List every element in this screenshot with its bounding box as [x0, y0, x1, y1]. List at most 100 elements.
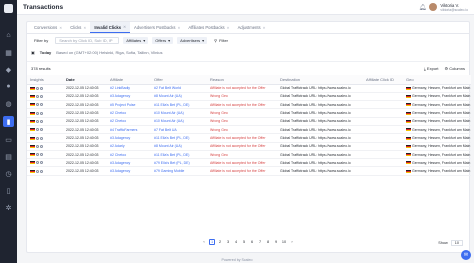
insights-cell[interactable]	[27, 84, 63, 93]
page-button[interactable]: 9	[273, 239, 279, 245]
affiliate-cell[interactable]: #2 Chetoo	[107, 150, 151, 160]
prev-page-button[interactable]: ‹	[201, 239, 207, 245]
close-icon[interactable]: ✕	[227, 26, 230, 30]
offer-cell[interactable]: #8 Mount Air (UA)	[151, 92, 207, 102]
affiliate-cell[interactable]: #3 Adagency	[107, 92, 151, 102]
col-affiliate-click-id[interactable]: Affiliate Click ID	[363, 75, 403, 85]
gear-icon[interactable]: ✲	[4, 203, 13, 212]
col-offer[interactable]: Offer	[151, 75, 207, 85]
chat-icon[interactable]: ✉	[461, 250, 471, 260]
advertisers-select[interactable]: Advertisers ▾	[177, 37, 208, 44]
tab-invalid-clicks[interactable]: Invalid Clicks ✕	[90, 22, 131, 33]
columns-button[interactable]: ⚙ Columns	[444, 66, 465, 71]
col-destination[interactable]: Destination	[277, 75, 363, 85]
close-icon[interactable]: ✕	[123, 25, 126, 29]
col-reason[interactable]: Reason	[207, 75, 277, 85]
phone-icon[interactable]: ▯	[4, 186, 13, 195]
table-row[interactable]: 2022-12-05 12:40:03 #2 Chetoo #10 Mount Ai…	[27, 117, 471, 127]
offer-cell[interactable]: #79 Ella's Bet (PL, DE)	[151, 158, 207, 168]
export-button[interactable]: ⤓ Export	[424, 66, 438, 71]
affiliate-cell[interactable]: #2 Adarly	[107, 142, 151, 151]
col-insights[interactable]: Insights	[27, 75, 63, 85]
insights-cell[interactable]	[27, 142, 63, 151]
table-row[interactable]: 2022-12-05 12:40:03 #4 TrafficFarmers #7 F…	[27, 125, 471, 135]
date-picker[interactable]: Today	[40, 50, 51, 55]
next-page-button[interactable]: ›	[289, 239, 295, 245]
col-date[interactable]: Date	[63, 75, 107, 85]
affiliate-cell[interactable]: #5 Project Pulse	[107, 100, 151, 110]
page-button[interactable]: 3	[225, 239, 231, 245]
page-button[interactable]: 6	[249, 239, 255, 245]
user-icon[interactable]: ●	[4, 82, 13, 91]
table-row[interactable]: 2022-12-05 12:40:03 #2 Adarly #8 Mount Air…	[27, 142, 471, 151]
col-affiliate[interactable]: Affiliate	[107, 75, 151, 85]
insights-cell[interactable]	[27, 117, 63, 127]
table-row[interactable]: 2022-12-05 12:40:03 #3 Adagency #79 Gaming…	[27, 166, 471, 176]
tab-adjustments[interactable]: Adjustments ✕	[234, 22, 270, 33]
offer-cell[interactable]: #10 Mount Air (UA)	[151, 117, 207, 127]
page-button[interactable]: 8	[265, 239, 271, 245]
tag-icon[interactable]: ◆	[4, 65, 13, 74]
insights-cell[interactable]	[27, 158, 63, 168]
calendar-icon[interactable]: ▣	[31, 50, 35, 55]
table-row[interactable]: 2022-12-05 12:40:03 #2 Chetoo #10 Mount Ai…	[27, 108, 471, 118]
users-icon[interactable]: ◍	[4, 99, 13, 108]
affiliate-cell[interactable]: #3 Adagency	[107, 133, 151, 143]
clock-icon[interactable]: ◷	[4, 169, 13, 178]
search-input[interactable]: Search by Click ID, Sub ID, IP	[55, 37, 120, 44]
affiliate-cell[interactable]: #3 Adagency	[107, 166, 151, 176]
page-size-select[interactable]: 10	[450, 240, 463, 246]
affiliates-select[interactable]: Affiliates ▾	[123, 37, 149, 44]
logo-icon[interactable]	[4, 4, 13, 13]
filter-button[interactable]: ⚲ Filter	[211, 37, 231, 44]
insights-cell[interactable]	[27, 150, 63, 160]
table-row[interactable]: 2022-12-05 12:40:03 #3 Adagency #11 Ella's…	[27, 133, 471, 143]
close-icon[interactable]: ✕	[263, 26, 266, 30]
page-button[interactable]: 5	[241, 239, 247, 245]
avatar[interactable]	[429, 3, 438, 11]
close-icon[interactable]: ✕	[83, 26, 86, 30]
affiliate-cell[interactable]: #2 Chetoo	[107, 108, 151, 118]
tab-affiliates-postbacks[interactable]: Affiliates Postbacks ✕	[184, 22, 233, 33]
home-icon[interactable]: ⌂	[4, 31, 13, 40]
table-row[interactable]: 2022-12-05 12:40:03 #2 Chetoo #11 Ella's B…	[27, 150, 471, 160]
tab-advertisers-postbacks[interactable]: Advertisers Postbacks ✕	[130, 22, 184, 33]
table-row[interactable]: 2022-12-05 12:40:03 #3 Adagency #8 Mount A…	[27, 92, 471, 102]
doc-icon[interactable]: ▤	[4, 152, 13, 161]
affiliate-cell[interactable]: #2 Chetoo	[107, 117, 151, 127]
offer-cell[interactable]: #11 Ella's Bet (PL, DE)	[151, 100, 207, 110]
table-row[interactable]: 2022-12-05 12:40:03 #3 Adagency #79 Ella's…	[27, 158, 471, 168]
offer-cell[interactable]: #10 Mount Air (UA)	[151, 108, 207, 118]
offer-cell[interactable]: #2 Fat Belt World	[151, 84, 207, 93]
tab-clicks[interactable]: Clicks ✕	[66, 22, 90, 33]
table-row[interactable]: 2022-12-05 12:40:03 #5 Project Pulse #11 E…	[27, 100, 471, 110]
bell-icon[interactable]: 🔔︎	[419, 4, 427, 11]
insights-cell[interactable]	[27, 108, 63, 118]
page-button[interactable]: 2	[217, 239, 223, 245]
page-button[interactable]: 1	[209, 239, 215, 245]
tab-conversions[interactable]: Conversions ✕	[30, 22, 66, 33]
offer-cell[interactable]: #11 Ella's Bet (PL, DE)	[151, 133, 207, 143]
chart-icon[interactable]: ▮	[3, 116, 14, 127]
insights-cell[interactable]	[27, 166, 63, 176]
close-icon[interactable]: ✕	[59, 26, 62, 30]
affiliate-cell[interactable]: #2 LinkBadiy	[107, 84, 151, 93]
offer-cell[interactable]: #79 Gaming Mobile	[151, 166, 207, 176]
insights-cell[interactable]	[27, 100, 63, 110]
insights-cell[interactable]	[27, 92, 63, 102]
offer-cell[interactable]: #8 Mount Air (UA)	[151, 142, 207, 151]
table-row[interactable]: 2022-12-05 12:40:03 #2 LinkBadiy #2 Fat Be…	[27, 84, 471, 93]
insights-cell[interactable]	[27, 125, 63, 135]
offer-cell[interactable]: #11 Ella's Bet (PL, DE)	[151, 150, 207, 160]
page-button[interactable]: 4	[233, 239, 239, 245]
page-button[interactable]: 10	[281, 239, 287, 245]
offer-cell[interactable]: #7 Fat Belt UA	[151, 125, 207, 135]
col-geo[interactable]: Geo	[403, 75, 471, 85]
user-menu[interactable]: 🔔︎ Viktoria V. viktoria@scaleo.io	[419, 3, 468, 12]
insights-cell[interactable]	[27, 133, 63, 143]
close-icon[interactable]: ✕	[177, 26, 180, 30]
grid-icon[interactable]: ▦	[4, 48, 13, 57]
image-icon[interactable]: ▭	[4, 135, 13, 144]
page-button[interactable]: 7	[257, 239, 263, 245]
affiliate-cell[interactable]: #4 TrafficFarmers	[107, 125, 151, 135]
